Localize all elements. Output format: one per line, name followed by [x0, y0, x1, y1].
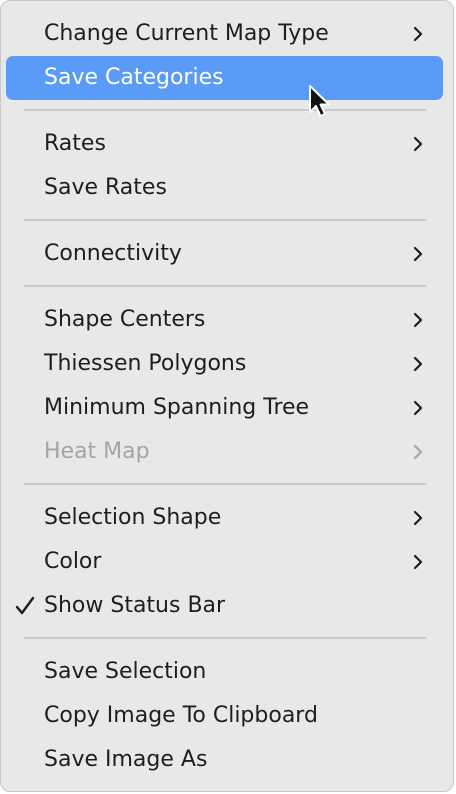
chevron-right-icon	[409, 245, 427, 263]
chevron-right-icon	[409, 553, 427, 571]
menu-item-label: Selection Shape	[44, 505, 222, 530]
menu-item-label: Connectivity	[44, 241, 182, 266]
menu-item-show-status-bar[interactable]: Show Status Bar	[6, 584, 443, 628]
chevron-right-icon	[409, 509, 427, 527]
menu-item-rates[interactable]: Rates	[6, 122, 443, 166]
menu-separator	[24, 637, 426, 639]
chevron-right-icon	[409, 443, 427, 461]
checkmark-icon	[14, 595, 36, 617]
menu-item-label: Heat Map	[44, 439, 150, 464]
menu-item-save-selection[interactable]: Save Selection	[6, 650, 443, 694]
menu-item-save-image-as[interactable]: Save Image As	[6, 738, 443, 782]
menu-item-label: Save Categories	[44, 65, 224, 90]
menu-item-thiessen-polygons[interactable]: Thiessen Polygons	[6, 342, 443, 386]
menu-separator	[24, 219, 426, 221]
menu-item-label: Minimum Spanning Tree	[44, 395, 310, 420]
menu-item-selection-shape[interactable]: Selection Shape	[6, 496, 443, 540]
menu-item-label: Save Selection	[44, 659, 207, 684]
menu-item-label: Save Image As	[44, 747, 208, 772]
menu-item-label: Color	[44, 549, 102, 574]
chevron-right-icon	[409, 355, 427, 373]
chevron-right-icon	[409, 399, 427, 417]
menu-item-label: Change Current Map Type	[44, 21, 329, 46]
menu-item-color[interactable]: Color	[6, 540, 443, 584]
menu-item-heat-map: Heat Map	[6, 430, 443, 474]
menu-item-shape-centers[interactable]: Shape Centers	[6, 298, 443, 342]
menu-separator	[24, 483, 426, 485]
chevron-right-icon	[409, 25, 427, 43]
chevron-right-icon	[409, 135, 427, 153]
mouse-pointer-icon	[308, 84, 332, 120]
menu-item-label: Save Rates	[44, 175, 167, 200]
menu-item-label: Show Status Bar	[44, 593, 226, 618]
menu-item-label: Shape Centers	[44, 307, 206, 332]
context-menu: Change Current Map Type Save Categories …	[0, 0, 454, 792]
menu-item-connectivity[interactable]: Connectivity	[6, 232, 443, 276]
menu-item-label: Copy Image To Clipboard	[44, 703, 318, 728]
menu-item-change-current-map-type[interactable]: Change Current Map Type	[6, 12, 443, 56]
menu-item-label: Rates	[44, 131, 106, 156]
menu-item-copy-image-to-clipboard[interactable]: Copy Image To Clipboard	[6, 694, 443, 738]
menu-item-label: Thiessen Polygons	[44, 351, 247, 376]
menu-separator	[24, 109, 426, 111]
menu-item-save-rates[interactable]: Save Rates	[6, 166, 443, 210]
menu-item-save-categories[interactable]: Save Categories	[6, 56, 443, 100]
chevron-right-icon	[409, 311, 427, 329]
menu-separator	[24, 285, 426, 287]
menu-item-minimum-spanning-tree[interactable]: Minimum Spanning Tree	[6, 386, 443, 430]
